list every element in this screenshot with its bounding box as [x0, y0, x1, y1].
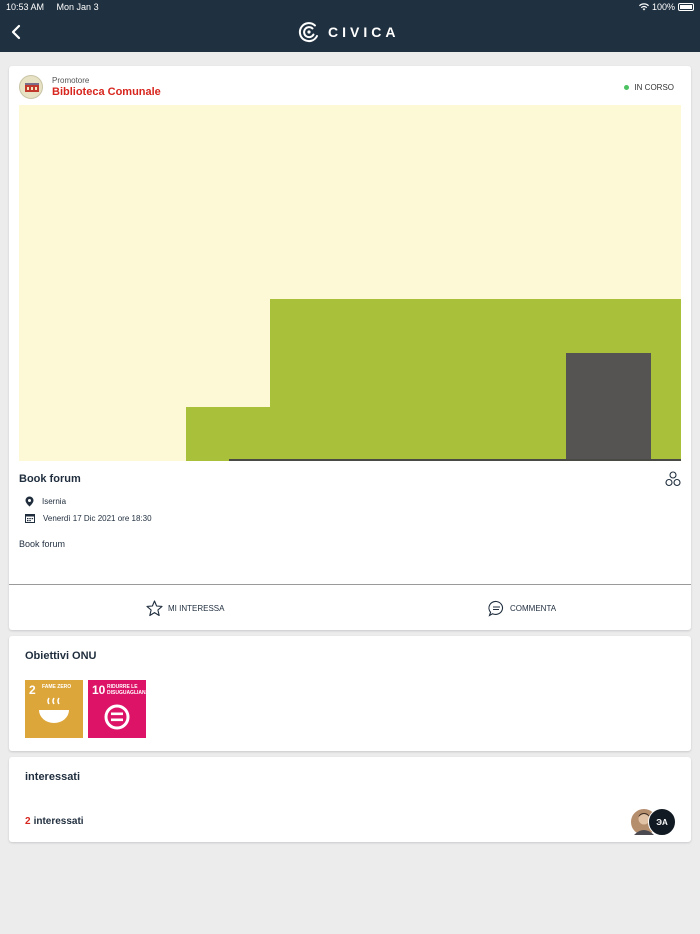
event-location-row: Isernia: [25, 496, 66, 507]
status-date: Mon Jan 3: [56, 2, 99, 12]
wifi-icon: [638, 3, 649, 11]
cover-shape-door: [566, 353, 651, 461]
star-icon: [146, 600, 163, 617]
interested-count: 2 interessati: [25, 816, 84, 827]
food-bowl-icon: [39, 697, 69, 723]
status-dot-icon: [624, 85, 630, 90]
share-icon: [665, 471, 681, 487]
cover-shape-ground: [229, 459, 681, 461]
event-location: Isernia: [42, 497, 67, 506]
event-card: Promotore Biblioteca Comunale IN CORSO B…: [9, 66, 691, 630]
un-goals-card: Obiettivi ONU 2 FAME ZERO 10 RIDURRE LE …: [9, 636, 691, 751]
un-goals-title: Obiettivi ONU: [25, 650, 97, 662]
app-header: 10:53 AM Mon Jan 3 100% CIVICA: [0, 0, 700, 52]
event-description: Book forum: [19, 539, 66, 549]
promoter-label: Promotore: [52, 76, 90, 85]
logo-text: CIVICA: [328, 24, 400, 40]
battery-icon: [678, 3, 694, 11]
status-bar-left: 10:53 AM Mon Jan 3: [6, 2, 109, 12]
battery-percent: 100%: [651, 2, 675, 12]
status-label: IN CORSO: [634, 83, 674, 92]
card-divider: [9, 584, 691, 585]
back-button[interactable]: [8, 22, 26, 42]
location-pin-icon: [25, 496, 34, 507]
interested-avatars[interactable]: ЭА: [630, 808, 676, 836]
civica-logo: CIVICA: [298, 21, 399, 43]
interested-title: interessati: [25, 771, 81, 783]
promoter-avatar[interactable]: [19, 75, 43, 99]
calendar-icon: [25, 514, 35, 523]
equality-icon: [104, 704, 130, 730]
sdg-10-tile[interactable]: 10 RIDURRE LE DISUGUAGLIANZE: [88, 680, 146, 738]
status-time: 10:53 AM: [6, 2, 45, 12]
user-avatar-initials: ЭА: [648, 808, 676, 836]
comment-icon: [488, 600, 504, 617]
event-title: Book forum: [19, 473, 81, 485]
sdg-2-tile[interactable]: 2 FAME ZERO: [25, 680, 83, 738]
promoter-name-link[interactable]: Biblioteca Comunale: [52, 86, 161, 98]
interested-count-number: 2: [25, 816, 31, 827]
status-bar-right: 100%: [638, 2, 694, 12]
chevron-left-icon: [11, 24, 21, 40]
event-cover-image: [19, 105, 681, 461]
library-image-icon: [25, 83, 39, 92]
cover-shape-step-low: [186, 407, 276, 461]
comment-button[interactable]: COMMENTA: [488, 600, 556, 617]
share-button[interactable]: [665, 471, 681, 487]
interested-button[interactable]: MI INTERESSA: [146, 600, 224, 617]
interested-count-label: interessati: [33, 816, 84, 827]
status-badge: IN CORSO: [624, 83, 674, 92]
comment-button-label: COMMENTA: [510, 604, 557, 613]
event-date-row: Venerdì 17 Dic 2021 ore 18:30: [25, 513, 152, 523]
logo-mark-icon: [298, 22, 318, 43]
interested-card: interessati 2 interessati ЭА: [9, 757, 691, 842]
interested-button-label: MI INTERESSA: [168, 604, 225, 613]
event-datetime: Venerdì 17 Dic 2021 ore 18:30: [43, 513, 152, 523]
